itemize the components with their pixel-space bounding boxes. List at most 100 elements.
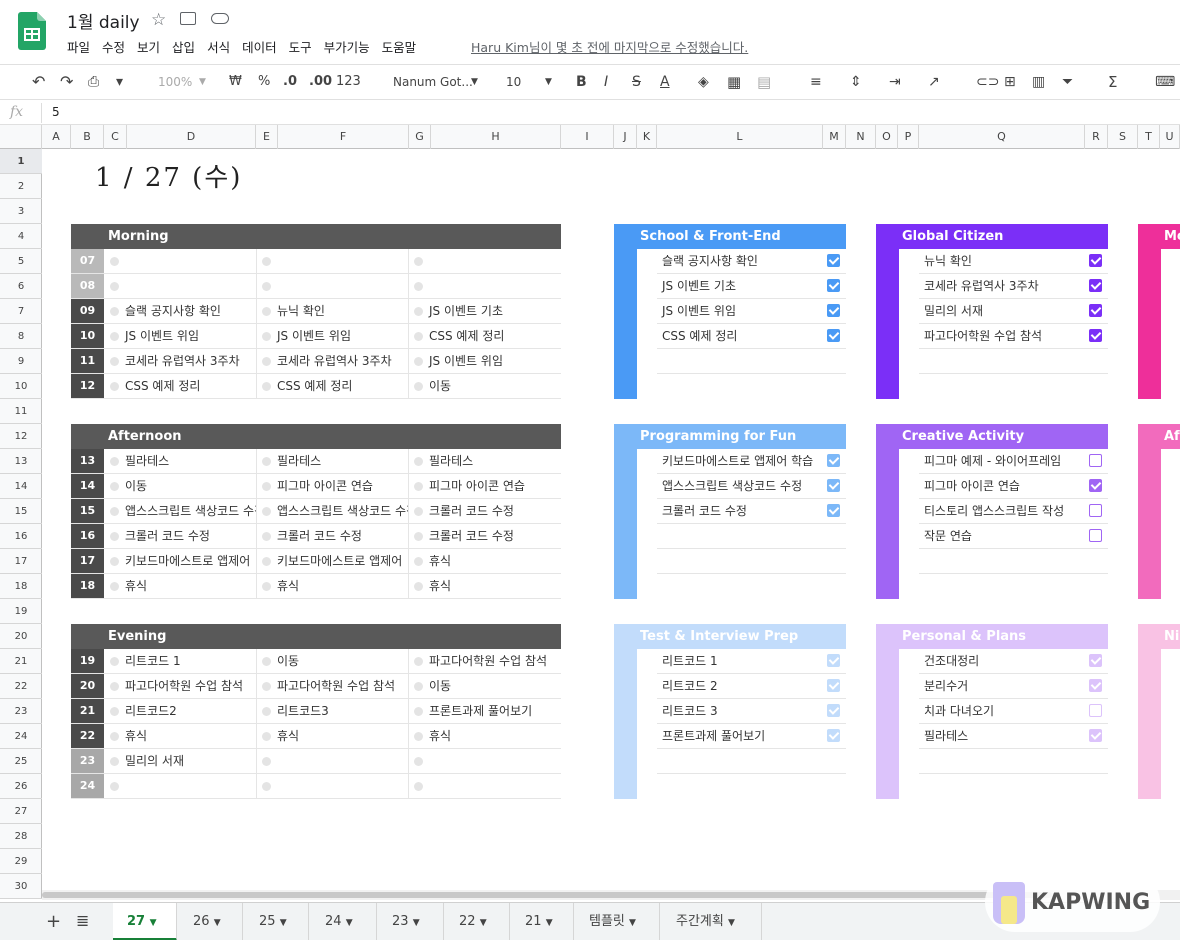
row-header[interactable]: 4 (0, 224, 42, 249)
column-header[interactable]: D (127, 125, 256, 149)
time-slot[interactable]: JS 이벤트 위임 (256, 324, 408, 348)
column-header[interactable]: O (876, 125, 898, 149)
time-slot[interactable]: 이동 (256, 649, 408, 673)
wrap-icon[interactable]: ⇥ (889, 73, 901, 91)
link-icon[interactable]: ⊂⊃ (976, 73, 999, 91)
time-slot[interactable]: 휴식 (408, 724, 560, 748)
time-slot[interactable] (256, 774, 408, 798)
time-slot[interactable] (104, 249, 256, 273)
strikethrough-button[interactable]: S (632, 73, 641, 91)
last-edit-link[interactable]: Haru Kim님이 몇 초 전에 마지막으로 수정했습니다. (471, 37, 748, 56)
time-slot[interactable]: 휴식 (408, 549, 560, 573)
currency-button[interactable]: ₩ (229, 73, 242, 91)
time-slot[interactable]: CSS 예제 정리 (256, 374, 408, 398)
checked-checkbox-icon[interactable] (827, 254, 840, 267)
column-header[interactable]: R (1085, 125, 1108, 149)
hour-label[interactable]: 18 (71, 574, 104, 598)
row-header[interactable]: 23 (0, 699, 42, 724)
sheet-tab[interactable]: 23 ▼ (378, 903, 444, 940)
rotate-icon[interactable]: ↗ (928, 73, 940, 91)
row-header[interactable]: 13 (0, 449, 42, 474)
time-slot[interactable] (408, 749, 560, 773)
time-slot[interactable]: 휴식 (104, 724, 256, 748)
row-header[interactable]: 9 (0, 349, 42, 374)
function-button[interactable]: Σ (1108, 73, 1117, 91)
checked-checkbox-icon[interactable] (827, 454, 840, 467)
task-item[interactable]: 크롤러 코드 수정 (657, 499, 846, 524)
hour-label[interactable]: 12 (71, 374, 104, 398)
menu-file[interactable]: 파일 (67, 37, 90, 56)
redo-icon[interactable]: ↷ (60, 73, 73, 91)
checked-checkbox-icon[interactable] (1089, 254, 1102, 267)
time-slot[interactable]: 휴식 (408, 574, 560, 598)
checked-checkbox-icon[interactable] (827, 479, 840, 492)
task-item[interactable]: JS 이벤트 기초 (657, 274, 846, 299)
time-slot[interactable] (256, 749, 408, 773)
filter-icon[interactable]: ⏷ (1062, 73, 1073, 91)
row-header[interactable]: 11 (0, 399, 42, 424)
row-header[interactable]: 21 (0, 649, 42, 674)
row-header[interactable]: 27 (0, 799, 42, 824)
checked-checkbox-icon[interactable] (1089, 654, 1102, 667)
row-header[interactable]: 14 (0, 474, 42, 499)
time-slot[interactable]: 이동 (408, 674, 560, 698)
time-slot[interactable]: 크롤러 코드 수정 (408, 499, 560, 523)
task-item[interactable]: 코세라 유럽역사 3주차 (919, 274, 1108, 299)
document-title[interactable]: 1월 daily (67, 8, 140, 33)
time-slot[interactable]: 코세라 유럽역사 3주차 (256, 349, 408, 373)
time-slot[interactable]: 리트코드 1 (104, 649, 256, 673)
menu-insert[interactable]: 삽입 (172, 37, 195, 56)
time-slot[interactable]: 파고다어학원 수업 참석 (256, 674, 408, 698)
time-slot[interactable]: 리트코드2 (104, 699, 256, 723)
font-select[interactable]: Nanum Got... (393, 73, 473, 91)
time-slot[interactable]: 코세라 유럽역사 3주차 (104, 349, 256, 373)
time-slot[interactable]: 이동 (408, 374, 560, 398)
time-slot[interactable] (104, 274, 256, 298)
checked-checkbox-icon[interactable] (827, 304, 840, 317)
row-header[interactable]: 30 (0, 874, 42, 899)
row-header[interactable]: 5 (0, 249, 42, 274)
date-heading[interactable]: 1 / 27 (수) (95, 157, 242, 194)
all-sheets-icon[interactable]: ≣ (76, 911, 89, 930)
sheet-tab[interactable]: 25 ▼ (245, 903, 309, 940)
menu-format[interactable]: 서식 (207, 37, 230, 56)
time-slot[interactable]: 크롤러 코드 수정 (256, 524, 408, 548)
task-item[interactable] (657, 549, 846, 574)
checked-checkbox-icon[interactable] (827, 504, 840, 517)
row-header[interactable]: 22 (0, 674, 42, 699)
hour-label[interactable]: 21 (71, 699, 104, 723)
task-item[interactable]: 밀리의 서재 (919, 299, 1108, 324)
hour-label[interactable]: 19 (71, 649, 104, 673)
checked-checkbox-icon[interactable] (827, 704, 840, 717)
italic-button[interactable]: I (604, 73, 608, 91)
column-header[interactable]: J (614, 125, 637, 149)
task-item[interactable]: 건조대정리 (919, 649, 1108, 674)
borders-icon[interactable]: ▦ (727, 73, 741, 91)
hour-label[interactable]: 14 (71, 474, 104, 498)
task-item[interactable] (919, 349, 1108, 374)
task-item[interactable]: JS 이벤트 위임 (657, 299, 846, 324)
chart-icon[interactable]: ▥ (1032, 73, 1045, 91)
checked-checkbox-icon[interactable] (1089, 304, 1102, 317)
task-item[interactable]: CSS 예제 정리 (657, 324, 846, 349)
move-folder-icon[interactable] (180, 12, 196, 25)
row-header[interactable]: 25 (0, 749, 42, 774)
column-header[interactable]: Q (919, 125, 1085, 149)
percent-button[interactable]: % (258, 73, 270, 91)
task-item[interactable]: 리트코드 3 (657, 699, 846, 724)
checked-checkbox-icon[interactable] (827, 679, 840, 692)
row-header[interactable]: 26 (0, 774, 42, 799)
formula-input[interactable]: 5 (52, 105, 60, 119)
time-slot[interactable]: 피그마 아이콘 연습 (408, 474, 560, 498)
task-item[interactable]: 작문 연습 (919, 524, 1108, 549)
hour-label[interactable]: 20 (71, 674, 104, 698)
task-item[interactable]: 키보드마에스트로 앱제어 학습 (657, 449, 846, 474)
paint-format-icon[interactable]: ▾ (116, 73, 123, 91)
time-slot[interactable]: CSS 예제 정리 (408, 324, 560, 348)
task-item[interactable]: 티스토리 앱스스크립트 작성 (919, 499, 1108, 524)
sheet-tab-active[interactable]: 27 ▼ (113, 903, 177, 940)
checked-checkbox-icon[interactable] (1089, 479, 1102, 492)
time-slot[interactable]: 휴식 (256, 574, 408, 598)
time-slot[interactable]: 크롤러 코드 수정 (408, 524, 560, 548)
time-slot[interactable]: 파고다어학원 수업 참석 (408, 649, 560, 673)
